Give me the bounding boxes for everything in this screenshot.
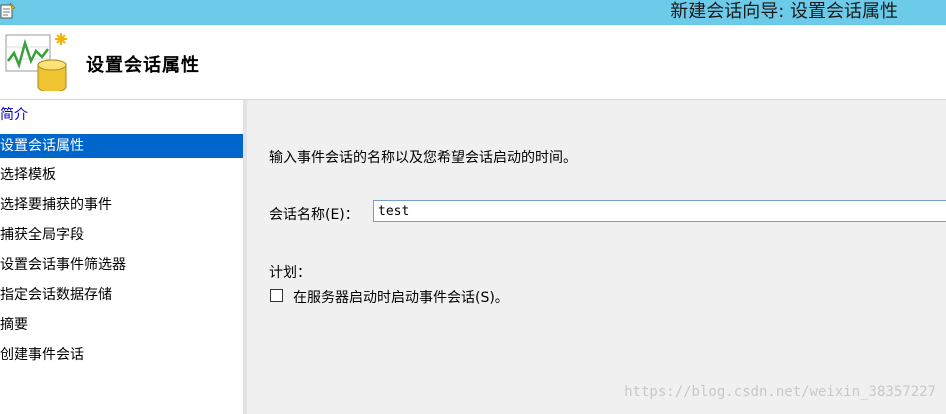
session-properties-panel: 输入事件会话的名称以及您希望会话启动的时间。 会话名称(E)： 计划： 在服务器… [247, 100, 946, 414]
sidebar-item-session-properties[interactable]: 设置会话属性 [0, 134, 243, 158]
sidebar-item-select-events[interactable]: 选择要捕获的事件 [0, 193, 243, 217]
wizard-app-icon[interactable] [0, 2, 16, 20]
start-on-server-start-label[interactable]: 在服务器启动时启动事件会话(S)。 [293, 287, 509, 307]
instructions-text: 输入事件会话的名称以及您希望会话启动的时间。 [269, 150, 577, 166]
title-bar: 新建会话向导: 设置会话属性 [0, 0, 946, 25]
start-on-server-start-checkbox[interactable] [270, 289, 283, 302]
sidebar-item-intro[interactable]: 简介 [0, 103, 243, 127]
window-title: 新建会话向导: 设置会话属性 [670, 1, 898, 22]
wizard-steps-sidebar: 简介 设置会话属性 选择模板 选择要捕获的事件 捕获全局字段 设置会话事件筛选器… [0, 100, 243, 414]
session-name-label: 会话名称(E)： [269, 207, 359, 223]
sidebar-item-global-fields[interactable]: 捕获全局字段 [0, 223, 243, 247]
sidebar-item-summary[interactable]: 摘要 [0, 313, 243, 337]
session-name-input[interactable] [373, 200, 946, 222]
sidebar-item-event-filters[interactable]: 设置会话事件筛选器 [0, 253, 243, 277]
watermark-text: https://blog.csdn.net/weixin_38357227 [624, 384, 936, 400]
schedule-label: 计划： [269, 265, 311, 281]
wizard-header: 设置会话属性 [0, 25, 946, 100]
chart-database-icon [5, 33, 67, 91]
page-heading: 设置会话属性 [86, 55, 200, 76]
sidebar-item-choose-template[interactable]: 选择模板 [0, 163, 243, 187]
sidebar-item-create-session[interactable]: 创建事件会话 [0, 343, 243, 367]
sidebar-item-data-storage[interactable]: 指定会话数据存储 [0, 283, 243, 307]
